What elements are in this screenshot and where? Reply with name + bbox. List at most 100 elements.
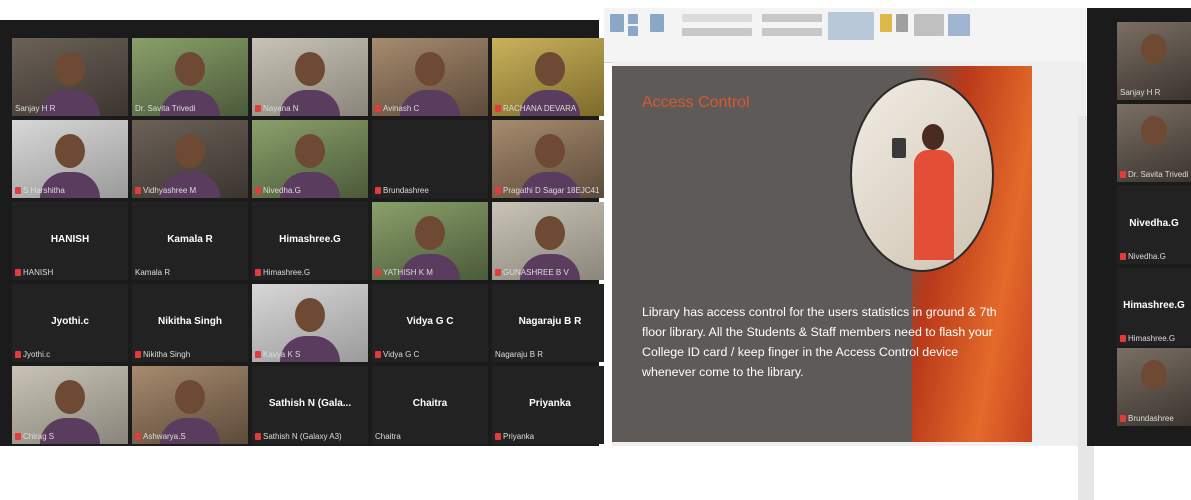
align-icon[interactable] [762, 28, 822, 36]
participant-tile[interactable]: Nikitha Singh Nikitha Singh [132, 284, 248, 362]
participant-display-name: Priyanka [529, 398, 571, 409]
participant-display-name: Chaitra [412, 398, 448, 409]
arrange-icon[interactable] [880, 14, 892, 32]
participant-tile[interactable]: Himashree.G Himashree.G [252, 202, 368, 280]
mic-muted-icon [255, 433, 261, 440]
participant-tile[interactable]: Vidya G C Vidya G C [372, 284, 488, 362]
participant-display-name: Himashree.G [279, 234, 341, 245]
mic-muted-icon [375, 351, 381, 358]
participant-tile[interactable]: Sathish N (Gala... Sathish N (Galaxy A3) [252, 366, 368, 444]
participant-name-label: Kamala R [135, 268, 170, 277]
participant-tile[interactable]: Priyanka Priyanka [492, 366, 608, 444]
find-icon[interactable] [948, 14, 970, 36]
participant-face-image [535, 134, 565, 169]
participant-name-label: Sanjay H R [1120, 88, 1160, 97]
participant-name-label: GUNASHREE B V [495, 268, 569, 277]
participant-tile[interactable]: Chaitra Chaitra [372, 366, 488, 444]
participant-name-text: YATHISH K M [383, 268, 433, 277]
participant-display-name: Nagaraju B R [518, 316, 582, 327]
font-format-icon[interactable] [682, 28, 752, 36]
participant-name-label: Dr. Savita Trivedi [1120, 170, 1188, 179]
participant-name-label: Dr. Savita Trivedi [135, 104, 195, 113]
participant-name-text: Brundashree [1128, 414, 1174, 423]
strip-participant-tile[interactable]: Sanjay H R [1117, 22, 1191, 100]
participant-tile[interactable]: Kamala R Kamala R [132, 202, 248, 280]
participant-name-text: Jyothi.c [23, 350, 51, 359]
participant-name-label: S Harshitha [15, 186, 65, 195]
slide: Access Control Library has access contro… [612, 66, 1032, 442]
participant-tile[interactable]: Kavya K S [252, 284, 368, 362]
participant-name-text: RACHANA DEVARA [503, 104, 577, 113]
participant-tile[interactable]: Nayana N [252, 38, 368, 116]
participant-name-text: Vidya G C [383, 350, 420, 359]
person-body-image [914, 150, 954, 260]
participant-display-name: Sathish N (Gala... [268, 398, 352, 409]
quick-styles-icon[interactable] [896, 14, 908, 32]
copy-icon[interactable] [628, 26, 638, 36]
participant-face-image [295, 298, 325, 333]
participant-name-label: Avinash C [375, 104, 419, 113]
participant-name-text: Ashwarya.S [143, 432, 186, 441]
participant-tile[interactable]: Dr. Savita Trivedi [132, 38, 248, 116]
cut-icon[interactable] [628, 14, 638, 24]
participant-display-name: HANISH [50, 234, 90, 245]
participant-tile[interactable]: HANISH HANISH [12, 202, 128, 280]
mic-muted-icon [135, 351, 141, 358]
participant-tile[interactable]: Pragathi D Sagar 18EJC41 [492, 120, 608, 198]
participant-name-text: Priyanka [503, 432, 535, 441]
new-slide-icon[interactable] [650, 14, 664, 32]
strip-participant-tile[interactable]: Dr. Savita Trivedi [1117, 104, 1191, 182]
strip-participant-tile[interactable]: Himashree.G Himashree.G [1117, 268, 1191, 346]
participant-name-text: Chaitra [375, 432, 401, 441]
participant-face-image [175, 380, 205, 415]
participant-name-label: Vidhyashree M [135, 186, 196, 195]
participant-name-label: RACHANA DEVARA [495, 104, 576, 113]
mic-muted-icon [15, 351, 21, 358]
paragraph-icon[interactable] [762, 14, 822, 22]
paste-icon[interactable] [610, 14, 624, 32]
participant-tile[interactable]: Vidhyashree M [132, 120, 248, 198]
person-head-image [922, 124, 944, 150]
shapes-gallery-icon[interactable] [828, 12, 874, 40]
mic-muted-icon [1120, 335, 1126, 342]
participant-name-text: Sathish N (Galaxy A3) [263, 432, 342, 441]
font-box-icon[interactable] [682, 14, 752, 22]
participant-name-text: Nivedha.G [263, 186, 301, 195]
participant-name-label: HANISH [15, 268, 53, 277]
participant-name-text: Himashree.G [1128, 334, 1176, 343]
participant-tile[interactable]: Avinash C [372, 38, 488, 116]
slide-title[interactable]: Access Control [642, 94, 750, 112]
participant-display-name: Nikitha Singh [158, 316, 222, 327]
participant-tile[interactable]: Jyothi.c Jyothi.c [12, 284, 128, 362]
participant-face-image [535, 216, 565, 251]
participant-name-text: Dr. Savita Trivedi [1128, 170, 1189, 179]
access-control-photo [850, 78, 994, 272]
mic-muted-icon [15, 269, 21, 276]
participant-tile[interactable]: Ashwarya.S [132, 366, 248, 444]
participant-name-text: Chirag S [23, 432, 55, 441]
slide-body-text[interactable]: Library has access control for the users… [642, 302, 1004, 382]
participant-tile[interactable]: S Harshitha [12, 120, 128, 198]
participant-name-text: Dr. Savita Trivedi [135, 104, 196, 113]
participant-tile[interactable]: Nivedha.G [252, 120, 368, 198]
participant-name-label: Pragathi D Sagar 18EJC41 [495, 186, 600, 195]
mic-muted-icon [495, 433, 501, 440]
participant-tile[interactable]: YATHISH K M [372, 202, 488, 280]
strip-participant-tile[interactable]: Nivedha.G Nivedha.G [1117, 186, 1191, 264]
shape-fill-icon[interactable] [914, 14, 944, 36]
mic-muted-icon [1120, 415, 1126, 422]
participant-face-image [1141, 34, 1167, 65]
participant-name-label: Himashree.G [1120, 334, 1175, 343]
participant-name-label: Brundashree [1120, 414, 1174, 423]
participant-name-text: S Harshitha [23, 186, 65, 195]
strip-participant-tile[interactable]: Brundashree [1117, 348, 1191, 426]
participant-name-label: Nagaraju B R [495, 350, 543, 359]
participant-tile[interactable]: Brundashree [372, 120, 488, 198]
participant-tile[interactable]: RACHANA DEVARA [492, 38, 608, 116]
mic-muted-icon [375, 269, 381, 276]
participant-display-name: Vidya G C [406, 316, 454, 327]
participant-tile[interactable]: Chirag S [12, 366, 128, 444]
participant-tile[interactable]: GUNASHREE B V [492, 202, 608, 280]
participant-tile[interactable]: Nagaraju B R Nagaraju B R [492, 284, 608, 362]
participant-tile[interactable]: Sanjay H R [12, 38, 128, 116]
